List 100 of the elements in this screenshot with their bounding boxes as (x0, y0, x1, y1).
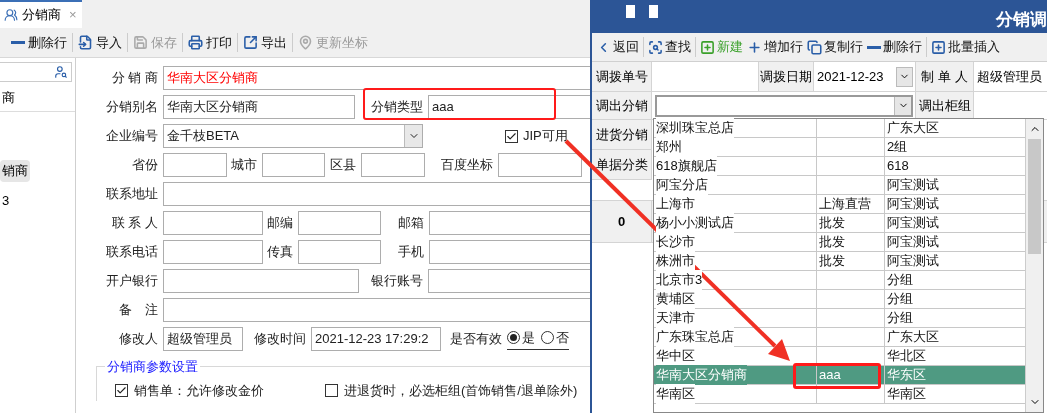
table-cell: 广东珠宝总店 (656, 327, 734, 347)
field-label: 调拨单号 (595, 67, 648, 86)
field-label: 修改人 (119, 330, 158, 349)
text-field[interactable]: 华南大区分销商 (163, 95, 355, 119)
field-label: 区县 (330, 156, 356, 175)
sidebar-item[interactable]: 销商 (0, 160, 30, 182)
field-value: 超级管理员 (977, 67, 1042, 86)
radio-label: 是 (522, 328, 535, 347)
field-label: 调拨日期 (760, 67, 812, 86)
table-cell-text: 广东大区 (887, 119, 939, 138)
dropdown[interactable] (655, 94, 913, 117)
field-label: 调出分销 (595, 96, 648, 115)
toolbar-button[interactable]: 批量插入 (931, 37, 1000, 57)
toolbar-button[interactable]: 导入 (78, 32, 122, 53)
checkbox-label: JIP可用 (523, 127, 568, 146)
checkbox[interactable] (115, 384, 128, 398)
field-label: 联系地址 (106, 185, 158, 204)
table-cell-text: 分组 (887, 271, 913, 290)
list-row[interactable]: 阿宝分店 阿宝测试 (654, 176, 1025, 195)
text-field[interactable] (429, 211, 590, 235)
copy-icon (807, 39, 822, 55)
text-field[interactable] (498, 153, 582, 177)
field-label: 进货分销 (595, 125, 648, 144)
table-cell: 株洲市 (656, 251, 695, 271)
toolbar-button[interactable]: 导出 (243, 32, 287, 53)
date-field[interactable]: 2021-12-23 (814, 62, 916, 92)
list-row[interactable]: 广东珠宝总店 广东大区 (654, 328, 1025, 347)
text-field[interactable]: 华南大区分销商 (163, 66, 590, 90)
field-label: 邮编 (267, 214, 293, 233)
users-icon (4, 8, 18, 22)
table-cell-text: 阿宝测试 (887, 233, 939, 252)
text-field[interactable] (163, 269, 359, 293)
table-cell-text: 上海直营 (819, 195, 871, 214)
dropdown[interactable]: 金千枝BETA (163, 124, 423, 148)
sidebar-item[interactable]: 3 (0, 190, 12, 212)
field-label: 分销类型 (371, 98, 423, 117)
table-cell-text: 阿宝测试 (887, 252, 939, 271)
checkbox[interactable] (325, 384, 338, 398)
toolbar-button[interactable]: 复制行 (807, 37, 863, 57)
list-row[interactable]: 深圳珠宝总店 广东大区 (654, 119, 1025, 138)
tab[interactable]: 分销商 × (0, 0, 82, 28)
text-field[interactable]: 超级管理员 (163, 327, 243, 351)
import-icon (78, 35, 93, 50)
text-field[interactable] (163, 211, 263, 235)
table-cell-text: 阿宝测试 (887, 195, 939, 214)
table-cell-text: 分组 (887, 290, 913, 309)
text-field[interactable] (163, 182, 590, 206)
toolbar-button[interactable]: 删除行 (867, 37, 922, 57)
radio-button[interactable] (507, 331, 520, 344)
field-label: 备 注 (119, 301, 158, 320)
field-label: 分销别名 (106, 98, 158, 117)
field-label: 省份 (132, 156, 158, 175)
table-cell-text: 2组 (887, 138, 908, 157)
table-cell: 长沙市 (656, 232, 695, 252)
toolbar-button[interactable]: 增加行 (747, 37, 803, 57)
table-cell-text: 广东大区 (887, 328, 939, 347)
user-search-icon (54, 65, 68, 79)
text-field[interactable] (262, 153, 325, 177)
toolbar-button[interactable]: 返回 (596, 37, 639, 57)
text-field[interactable] (361, 153, 425, 177)
text-field[interactable]: aaa (428, 95, 590, 119)
text-field[interactable] (163, 240, 263, 264)
text-field[interactable] (298, 240, 381, 264)
table-cell: 华南区 (656, 384, 695, 404)
field-label: 单据分类 (595, 155, 648, 174)
sidebar-item[interactable]: 商 (0, 87, 17, 109)
printer-icon (188, 35, 203, 50)
text-field[interactable] (428, 269, 590, 293)
list-row[interactable]: 华南区 华南区 (654, 385, 1025, 404)
table-cell: 北京市3 (656, 270, 703, 290)
scrollbar[interactable] (1025, 119, 1043, 412)
field-label: 邮箱 (398, 214, 424, 233)
text-field[interactable] (163, 298, 590, 322)
list-row[interactable]: 北京市3 分组 (654, 271, 1025, 290)
toolbar-button[interactable]: 删除行 (11, 32, 67, 53)
text-field[interactable] (298, 211, 381, 235)
field-label: 城市 (231, 156, 257, 175)
map-pin-icon (298, 35, 313, 50)
row-number: 0 (617, 212, 626, 231)
checkbox[interactable] (505, 129, 518, 143)
checkbox-label: 进退货时，必选柜组(首饰销售/退单除外) (344, 382, 578, 400)
toolbar-button[interactable]: 打印 (188, 32, 232, 53)
save-icon (133, 35, 148, 50)
list-row[interactable]: 杨小小测试店 批发 阿宝测试 (654, 214, 1025, 233)
text-field[interactable] (429, 240, 590, 264)
field-label: 银行账号 (371, 272, 423, 291)
field-label: 是否有效 (450, 330, 502, 349)
table-cell-text: aaa (819, 366, 841, 385)
table-cell-text: 华南区 (887, 385, 926, 404)
field-label: 开户银行 (106, 272, 158, 291)
radio-label: 否 (556, 328, 569, 347)
radio-button[interactable] (541, 331, 554, 344)
table-cell: 618旗舰店 (656, 156, 717, 176)
field-label: 百度坐标 (441, 156, 493, 175)
text-field[interactable]: 2021-12-23 17:29:2 (311, 327, 441, 351)
text-field[interactable] (163, 153, 227, 177)
search-field[interactable] (0, 62, 72, 82)
toolbar-button[interactable]: 查找 (648, 37, 691, 57)
field-label: 传真 (267, 243, 293, 262)
list-row[interactable]: 长沙市 批发 阿宝测试 (654, 233, 1025, 252)
